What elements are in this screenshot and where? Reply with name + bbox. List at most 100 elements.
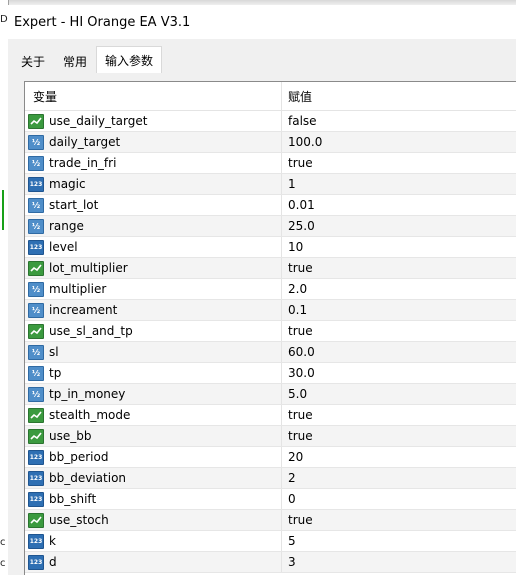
table-row[interactable]: ½ trade_in_fri true [25, 153, 516, 174]
table-row[interactable]: ½ daily_target 100.0 [25, 132, 516, 153]
variable-cell: ½ range [25, 216, 282, 236]
column-header-value-label: 赋值 [288, 89, 313, 104]
column-header-value[interactable]: 赋值 [282, 88, 312, 105]
variable-name: daily_target [49, 135, 121, 149]
table-row[interactable]: 123 bb_shift 0 [25, 489, 516, 510]
table-row[interactable]: 123 k 5 [25, 531, 516, 552]
table-row[interactable]: ½ tp 30.0 [25, 363, 516, 384]
bool-icon [28, 407, 44, 423]
value-cell[interactable]: true [282, 429, 313, 443]
int-icon: 123 [28, 533, 44, 549]
table-row[interactable]: ½ sl 60.0 [25, 342, 516, 363]
variable-name: use_daily_target [49, 114, 148, 128]
bool-icon [28, 323, 44, 339]
value-cell[interactable]: 2 [282, 471, 296, 485]
value-cell[interactable]: true [282, 324, 313, 338]
value-cell[interactable]: 5.0 [282, 387, 307, 401]
variable-cell: 123 bb_period [25, 447, 282, 467]
bool-icon [28, 260, 44, 276]
table-row[interactable]: ½ range 25.0 [25, 216, 516, 237]
variable-name: increament [49, 303, 118, 317]
double-icon: ½ [28, 155, 44, 171]
table-body: use_daily_target false ½ daily_target 100.0 ½… [25, 111, 516, 573]
tab-inputs[interactable]: 输入参数 [96, 46, 163, 73]
value-cell[interactable]: 60.0 [282, 345, 315, 359]
variable-name: magic [49, 177, 86, 191]
value-cell[interactable]: true [282, 513, 313, 527]
value-cell[interactable]: true [282, 408, 313, 422]
value-cell[interactable]: true [282, 261, 313, 275]
int-icon: 123 [28, 176, 44, 192]
table-row[interactable]: use_daily_target false [25, 111, 516, 132]
variable-name: tp [49, 366, 62, 380]
background-fragment: c [0, 537, 6, 548]
table-row[interactable]: 123 bb_deviation 2 [25, 468, 516, 489]
title-bar[interactable]: Expert - HI Orange EA V3.1 [8, 5, 516, 39]
value-cell[interactable]: 20 [282, 450, 303, 464]
table-row[interactable]: 123 level 10 [25, 237, 516, 258]
variable-name: bb_deviation [49, 471, 127, 485]
table-row[interactable]: use_sl_and_tp true [25, 321, 516, 342]
value-cell[interactable]: 2.0 [282, 282, 307, 296]
variable-name: start_lot [49, 198, 99, 212]
value-cell[interactable]: 1 [282, 177, 296, 191]
table-row[interactable]: stealth_mode true [25, 405, 516, 426]
table-header: 变量 赋值 [25, 82, 516, 111]
double-icon: ½ [28, 302, 44, 318]
value-cell[interactable]: 3 [282, 555, 296, 569]
tab-strip: 关于 常用 输入参数 [12, 46, 163, 73]
value-cell[interactable]: 0 [282, 492, 296, 506]
tab-about[interactable]: 关于 [12, 49, 54, 73]
variable-cell: 123 bb_deviation [25, 468, 282, 488]
table-row[interactable]: lot_multiplier true [25, 258, 516, 279]
value-cell[interactable]: 25.0 [282, 219, 315, 233]
double-icon: ½ [28, 281, 44, 297]
column-header-variable[interactable]: 变量 [25, 82, 282, 110]
double-icon: ½ [28, 134, 44, 150]
column-header-variable-label: 变量 [33, 89, 58, 104]
window-title: Expert - HI Orange EA V3.1 [14, 14, 191, 30]
variable-name: lot_multiplier [49, 261, 128, 275]
double-icon: ½ [28, 386, 44, 402]
tab-inputs-label: 输入参数 [105, 53, 154, 68]
variable-cell: 123 k [25, 531, 282, 551]
bool-icon [28, 512, 44, 528]
table-row[interactable]: ½ start_lot 0.01 [25, 195, 516, 216]
variable-name: tp_in_money [49, 387, 126, 401]
variable-cell: 123 d [25, 552, 282, 572]
expert-properties-dialog: Expert - HI Orange EA V3.1 关于 常用 输入参数 变量… [8, 5, 516, 575]
variable-name: bb_shift [49, 492, 97, 506]
table-row[interactable]: 123 magic 1 [25, 174, 516, 195]
variable-cell: use_stoch [25, 510, 282, 530]
double-icon: ½ [28, 365, 44, 381]
value-cell[interactable]: 5 [282, 534, 296, 548]
table-row[interactable]: ½ tp_in_money 5.0 [25, 384, 516, 405]
tab-common[interactable]: 常用 [54, 49, 96, 73]
int-icon: 123 [28, 449, 44, 465]
int-icon: 123 [28, 491, 44, 507]
variable-cell: ½ tp [25, 363, 282, 383]
variable-cell: use_sl_and_tp [25, 321, 282, 341]
table-row[interactable]: 123 d 3 [25, 552, 516, 573]
variable-name: use_bb [49, 429, 92, 443]
value-cell[interactable]: 10 [282, 240, 303, 254]
value-cell[interactable]: 100.0 [282, 135, 322, 149]
value-cell[interactable]: true [282, 156, 313, 170]
variable-name: use_stoch [49, 513, 109, 527]
value-cell[interactable]: 0.1 [282, 303, 307, 317]
table-row[interactable]: ½ increament 0.1 [25, 300, 516, 321]
table-row[interactable]: ½ multiplier 2.0 [25, 279, 516, 300]
value-cell[interactable]: 0.01 [282, 198, 315, 212]
variable-name: level [49, 240, 78, 254]
table-row[interactable]: use_bb true [25, 426, 516, 447]
variable-cell: lot_multiplier [25, 258, 282, 278]
value-cell[interactable]: 30.0 [282, 366, 315, 380]
table-row[interactable]: 123 bb_period 20 [25, 447, 516, 468]
variable-cell: ½ sl [25, 342, 282, 362]
variable-name: sl [49, 345, 59, 359]
value-cell[interactable]: false [282, 114, 317, 128]
variable-cell: ½ increament [25, 300, 282, 320]
variable-cell: use_daily_target [25, 111, 282, 131]
variable-name: multiplier [49, 282, 107, 296]
table-row[interactable]: use_stoch true [25, 510, 516, 531]
